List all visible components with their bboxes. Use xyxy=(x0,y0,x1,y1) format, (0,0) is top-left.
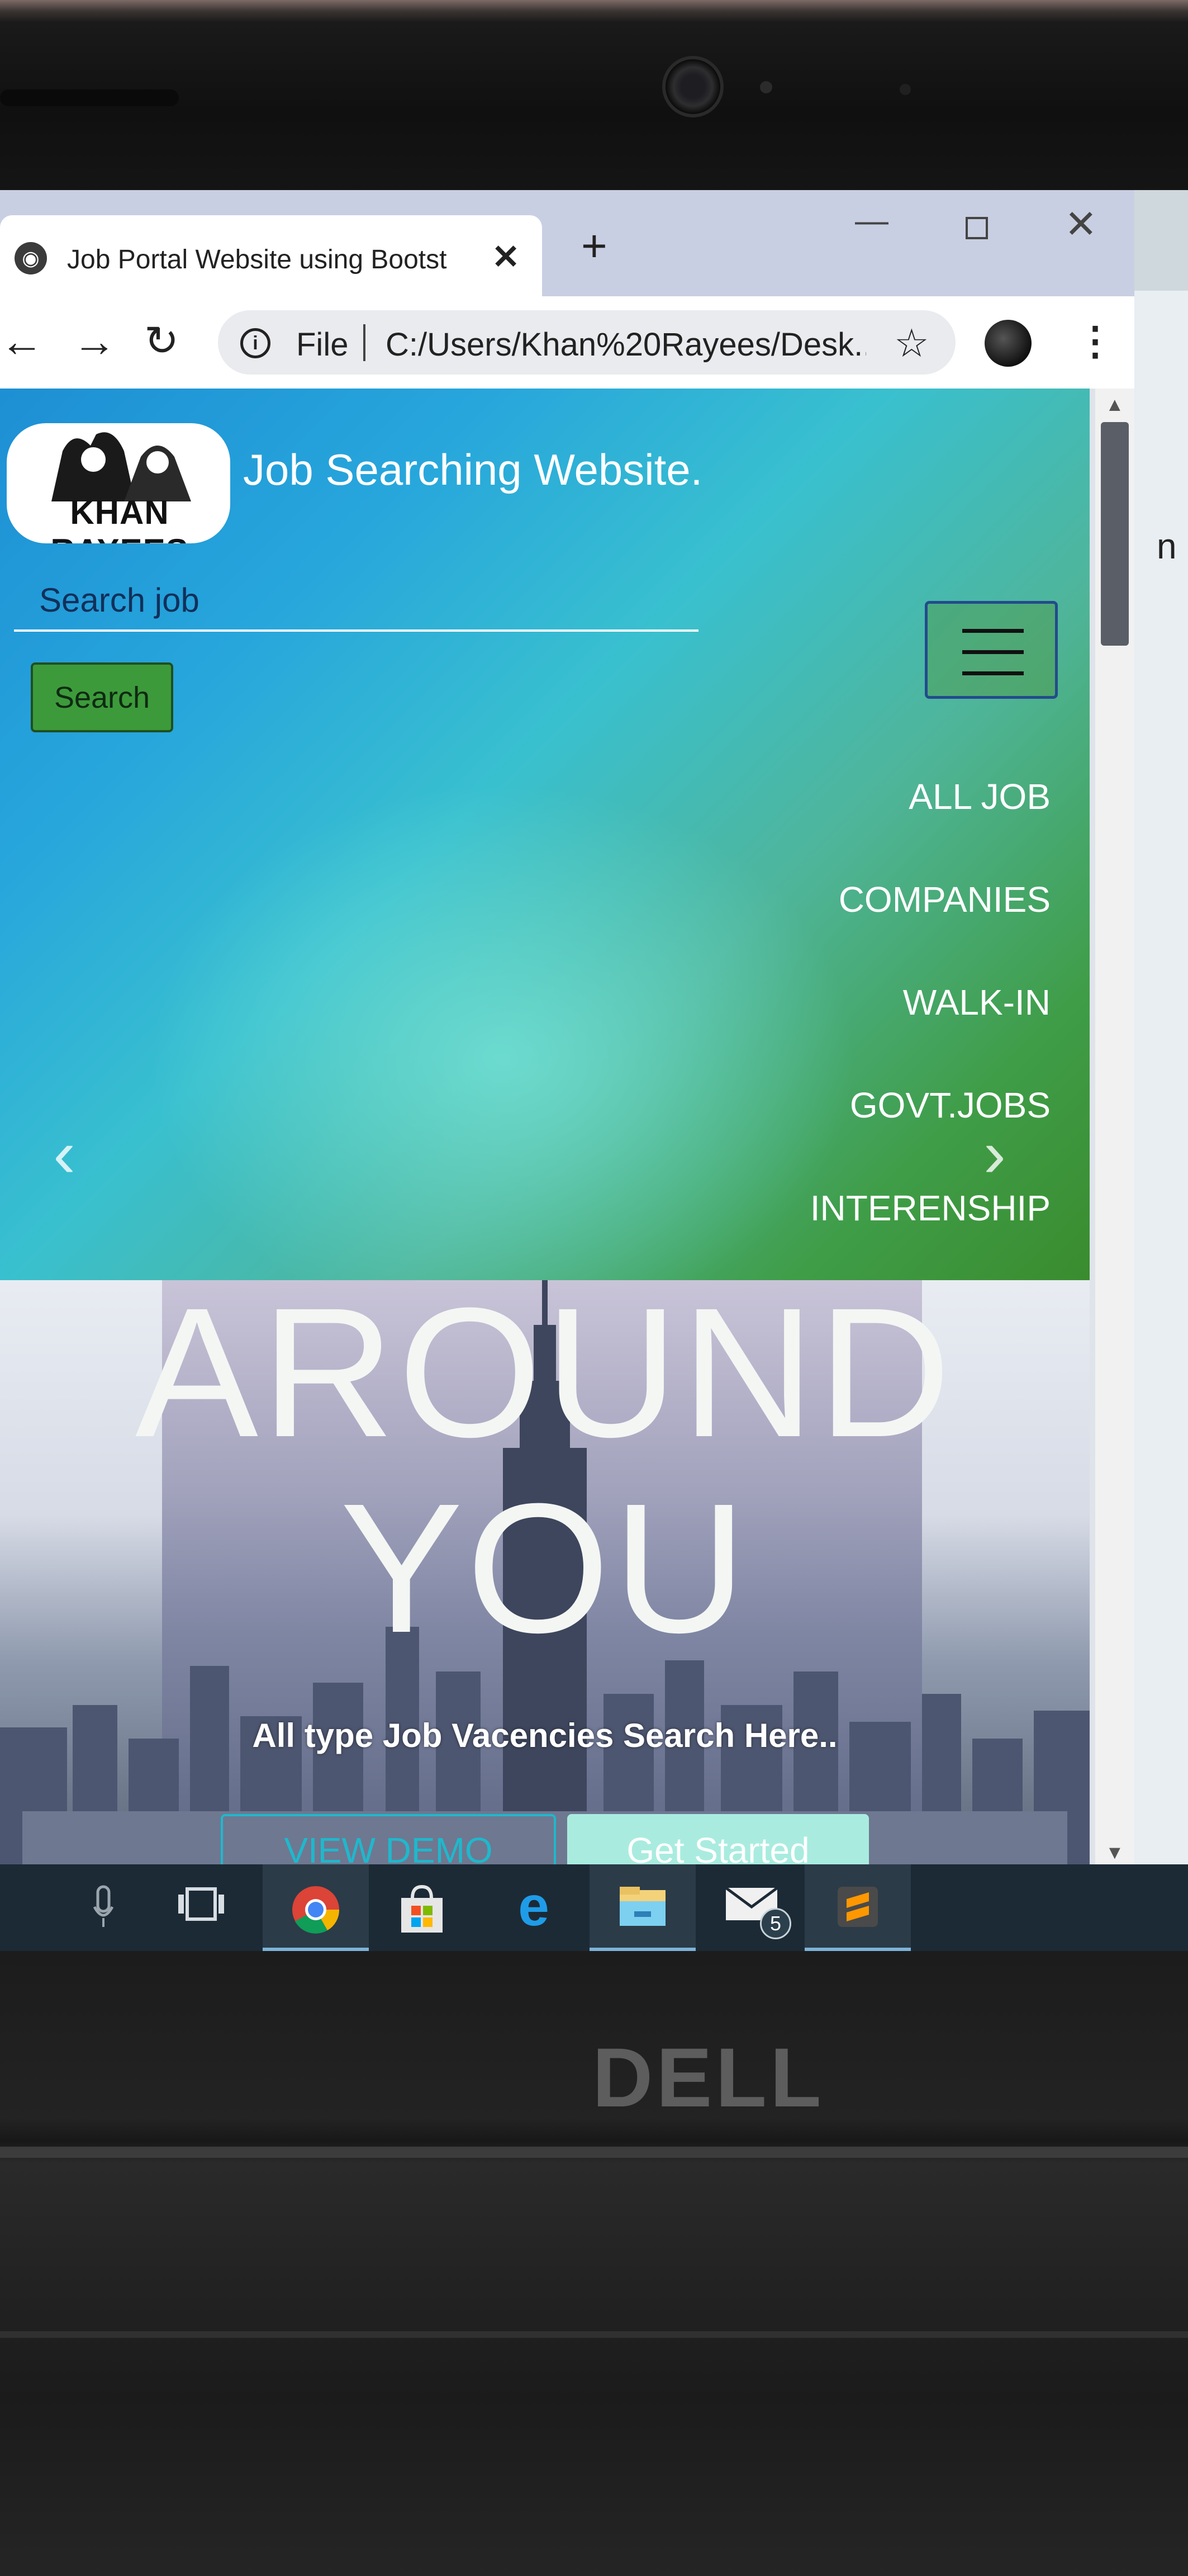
site-logo[interactable]: KHAN RAYEES xyxy=(7,423,230,543)
taskbar-task-view[interactable] xyxy=(148,1864,254,1951)
taskbar-store[interactable] xyxy=(369,1864,475,1951)
page-scrollbar[interactable]: ▲ ▼ xyxy=(1095,389,1134,1867)
desktop-background-window: n xyxy=(1134,291,1188,2080)
window-close-button[interactable]: ✕ xyxy=(1065,201,1097,247)
tab-title: Job Portal Website using Bootstra xyxy=(67,245,447,274)
taskbar-file-explorer[interactable] xyxy=(590,1864,696,1951)
browser-window: ◉ Job Portal Website using Bootstra ✕ + … xyxy=(0,190,1134,1867)
chevron-right-icon[interactable]: › xyxy=(983,1115,1006,1192)
nav-link-all-job[interactable]: ALL JOB xyxy=(810,769,1051,872)
taskbar-cortana[interactable] xyxy=(50,1864,156,1951)
site-title: Job Searching Website. xyxy=(243,445,703,494)
chevron-left-icon[interactable]: ‹ xyxy=(53,1115,75,1192)
taskbar-chrome[interactable] xyxy=(263,1864,369,1951)
forward-icon[interactable]: → xyxy=(73,313,116,369)
screen: n ◉ Job Portal Website using Bootstra ✕ … xyxy=(0,190,1188,2080)
background-window-text: n xyxy=(1157,526,1177,566)
microphone-icon xyxy=(93,1885,114,1927)
laptop-bezel-top xyxy=(0,0,1188,196)
star-icon[interactable]: ☆ xyxy=(894,320,929,366)
back-icon[interactable]: ← xyxy=(0,313,44,369)
mail-badge: 5 xyxy=(760,1908,791,1939)
nav-link-govt-jobs[interactable]: GOVT.JOBS xyxy=(810,1077,1051,1180)
browser-tab[interactable]: ◉ Job Portal Website using Bootstra ✕ xyxy=(0,215,542,296)
reload-icon[interactable]: ↻ xyxy=(144,313,179,369)
url-text[interactable]: C:/Users/Khan%20Rayees/Desk... xyxy=(386,326,866,363)
task-view-icon xyxy=(178,1887,224,1921)
edge-icon: e xyxy=(518,1875,549,1938)
chrome-icon xyxy=(292,1886,340,1934)
hamburger-icon[interactable] xyxy=(925,601,1058,699)
taskbar-mail[interactable]: 5 xyxy=(698,1864,805,1951)
store-icon xyxy=(401,1884,443,1933)
logo-art xyxy=(51,432,191,501)
taskbar-sublime[interactable] xyxy=(805,1864,911,1951)
camera-sensor xyxy=(900,84,911,95)
more-icon[interactable]: ⋮ xyxy=(1076,313,1115,369)
taskbar-edge[interactable]: e xyxy=(481,1864,587,1951)
get-started-button[interactable]: Get Started xyxy=(567,1814,869,1867)
windows-taskbar: e 5 xyxy=(0,1864,1188,1951)
plus-icon[interactable]: + xyxy=(581,224,607,268)
info-icon[interactable]: i xyxy=(240,328,270,358)
scroll-up-arrow[interactable]: ▲ xyxy=(1105,394,1124,416)
search-input[interactable] xyxy=(14,570,698,632)
nav-link-walk-in[interactable]: WALK-IN xyxy=(810,974,1051,1077)
address-bar[interactable]: i File C:/Users/Khan%20Rayees/Desk... ☆ xyxy=(218,310,956,375)
url-scheme: File xyxy=(296,326,349,363)
sublime-icon xyxy=(838,1887,878,1927)
view-demo-button[interactable]: VIEW DEMO xyxy=(221,1814,556,1867)
city-banner: AROUND YOU All type Job Vacencies Search… xyxy=(0,1280,1090,1867)
camera-sensor xyxy=(760,81,772,93)
url-separator xyxy=(363,324,365,361)
hero-heading-line1: AROUND xyxy=(135,1269,955,1475)
nav-link-companies[interactable]: COMPANIES xyxy=(810,872,1051,974)
webcam xyxy=(662,56,724,117)
laptop-body-edge xyxy=(0,2331,1188,2338)
minimize-button[interactable]: — xyxy=(855,201,888,240)
hero-heading-line2: YOU xyxy=(340,1465,750,1671)
page-viewport: KHAN RAYEES Job Searching Website. Searc… xyxy=(0,389,1090,1867)
laptop-bezel-bottom: DELL xyxy=(0,1951,1188,2576)
browser-titlebar: ◉ Job Portal Website using Bootstra ✕ + … xyxy=(0,190,1134,296)
search-button[interactable]: Search xyxy=(31,662,173,732)
close-icon[interactable]: ✕ xyxy=(492,238,520,277)
laptop-hinge xyxy=(0,2147,1188,2158)
nav-menu: ALL JOB COMPANIES WALK-IN GOVT.JOBS INTE… xyxy=(810,769,1051,1283)
bezel-slot xyxy=(0,89,179,106)
hero-subtitle: All type Job Vacencies Search Here.. xyxy=(252,1717,838,1754)
logo-text: KHAN RAYEES xyxy=(50,494,188,543)
browser-toolbar: ← → ↻ i File C:/Users/Khan%20Rayees/Desk… xyxy=(0,296,1134,389)
file-explorer-icon xyxy=(620,1887,666,1926)
nav-link-internship[interactable]: INTERENSHIP xyxy=(810,1180,1051,1283)
laptop-brand-logo: DELL xyxy=(592,2030,825,2124)
scroll-down-arrow[interactable]: ▼ xyxy=(1105,1842,1124,1864)
scroll-thumb[interactable] xyxy=(1101,422,1129,646)
hero-section: KHAN RAYEES Job Searching Website. Searc… xyxy=(0,389,1090,1280)
avatar-icon[interactable] xyxy=(985,320,1032,367)
maximize-button[interactable] xyxy=(966,217,988,239)
globe-icon: ◉ xyxy=(15,242,47,274)
